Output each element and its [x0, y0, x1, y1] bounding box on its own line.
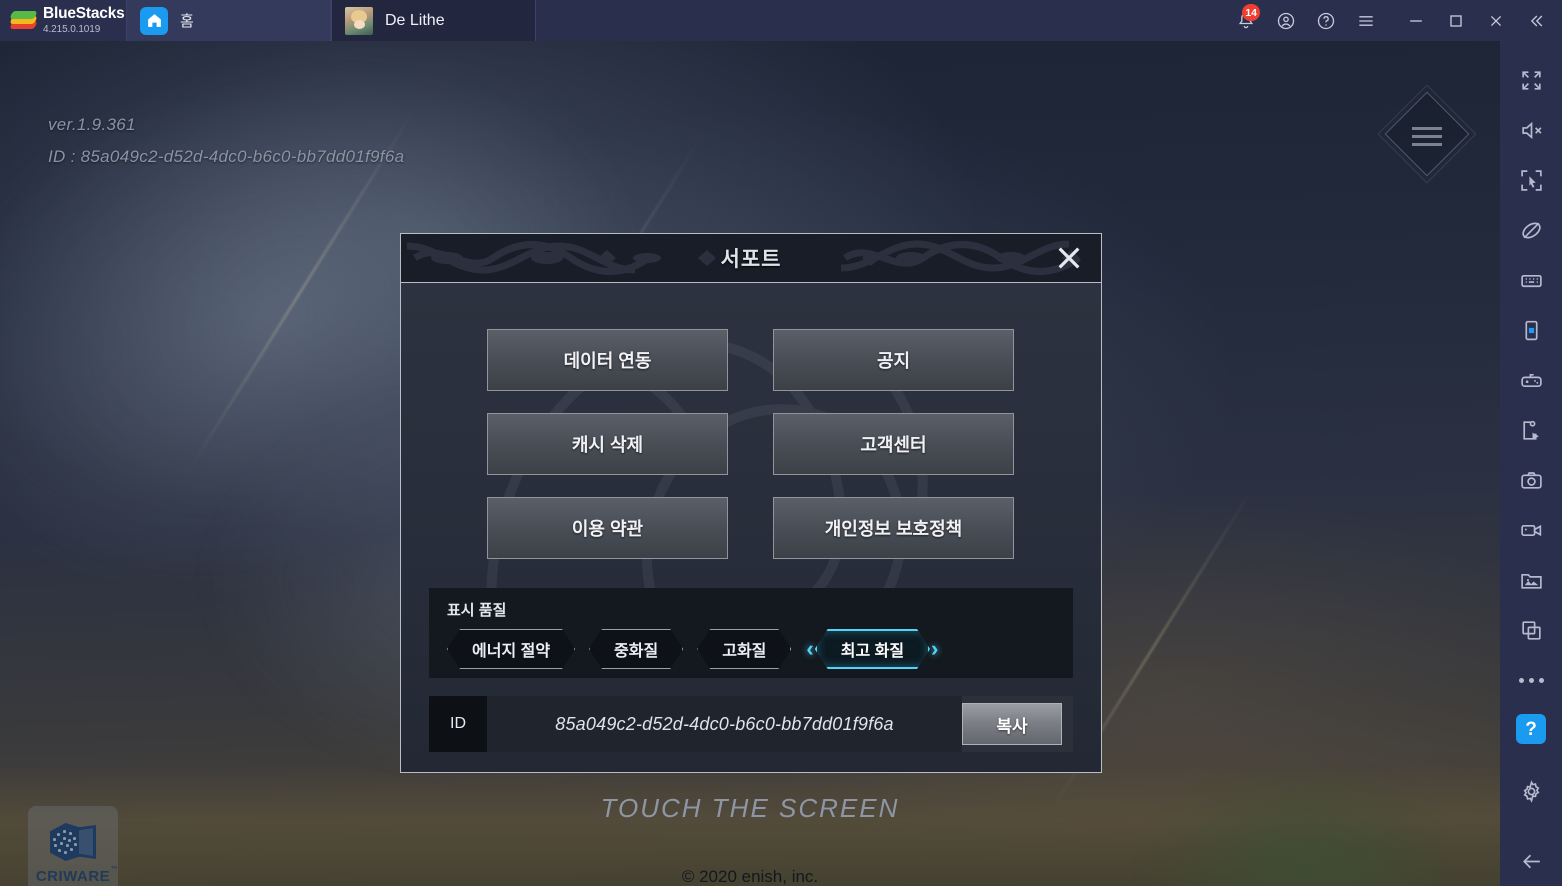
more-options-icon[interactable] [1506, 655, 1556, 705]
phone-layout-icon[interactable] [1506, 305, 1556, 355]
support-button-grid: 데이터 연동 공지 캐시 삭제 고객센터 이용 약관 개인정보 보호정책 [401, 283, 1101, 559]
touch-prompt: TOUCH THE SCREEN [600, 793, 900, 823]
player-id-row: ID 85a049c2-d52d-4dc0-b6c0-bb7dd01f9f6a … [429, 696, 1073, 752]
keyboard-controls-icon[interactable] [1506, 255, 1556, 305]
version-info: ver.1.9.361 ID : 85a049c2-d52d-4dc0-b6c0… [48, 109, 404, 174]
record-video-icon[interactable] [1506, 505, 1556, 555]
quality-option-label: 중화질 [589, 629, 683, 669]
help-icon[interactable] [1306, 0, 1346, 41]
home-icon [140, 6, 168, 35]
help-icon[interactable]: ? [1516, 714, 1546, 744]
title-bar: BlueStacks 4.215.0.1019 홈 De Lithe 14 [0, 0, 1562, 41]
multi-instance-icon[interactable] [1506, 605, 1556, 655]
titlebar-controls: 14 [1226, 0, 1562, 41]
help-icon-label: ? [1525, 718, 1537, 740]
bluestacks-logo-icon [9, 10, 38, 32]
brand-version: 4.215.0.1019 [43, 23, 101, 35]
dialog-body: 데이터 연동 공지 캐시 삭제 고객센터 이용 약관 개인정보 보호정책 표시 … [401, 283, 1101, 772]
media-manager-icon[interactable] [1506, 555, 1556, 605]
rotate-lock-icon[interactable] [1506, 205, 1556, 255]
device-id-text: ID : 85a049c2-d52d-4dc0-b6c0-bb7dd01f9f6… [48, 147, 405, 167]
tab-de-lithe-label: De Lithe [385, 11, 445, 29]
version-text: ver.1.9.361 [48, 115, 136, 134]
criware-cube-icon [50, 823, 96, 861]
maximize-icon[interactable] [1436, 0, 1476, 41]
account-icon[interactable] [1266, 0, 1306, 41]
quality-option-label: 최고 화질 [815, 629, 930, 669]
minimize-icon[interactable] [1396, 0, 1436, 41]
tab-home-label: 홈 [180, 13, 194, 30]
dialog-title: 서포트 [720, 248, 782, 271]
quality-option-high[interactable]: 고화질 [697, 629, 791, 669]
game-thumbnail [345, 6, 373, 35]
player-id-key: ID [429, 696, 487, 752]
mute-icon[interactable] [1506, 105, 1556, 155]
macro-script-icon[interactable] [1506, 405, 1556, 455]
terms-of-use-button[interactable]: 이용 약관 [487, 497, 728, 559]
dialog-header: 서포트 [401, 234, 1101, 283]
player-id-value: 85a049c2-d52d-4dc0-b6c0-bb7dd01f9f6a [487, 696, 962, 752]
chevron-left-icon: ‹ [806, 636, 814, 661]
bluestacks-brand: BlueStacks 4.215.0.1019 [0, 0, 126, 41]
back-arrow-icon[interactable] [1506, 836, 1556, 886]
brand-name: BlueStacks [43, 5, 125, 23]
quality-option-medium[interactable]: 중화질 [589, 629, 683, 669]
settings-gear-icon[interactable] [1506, 766, 1556, 816]
bluestacks-window: BlueStacks 4.215.0.1019 홈 De Lithe 14 ve… [0, 0, 1562, 886]
diamond-menu-icon[interactable] [1377, 84, 1477, 184]
clear-cache-button[interactable]: 캐시 삭제 [487, 413, 728, 475]
tab-home[interactable]: 홈 [126, 0, 331, 41]
gamepad-icon[interactable] [1506, 355, 1556, 405]
fullscreen-icon[interactable] [1506, 55, 1556, 105]
quality-option-label: 고화질 [697, 629, 791, 669]
copy-id-button[interactable]: 복사 [962, 703, 1062, 745]
support-dialog: 서포트 데이터 연동 공지 캐시 삭제 고객센터 이용 약관 개인정보 보호정책… [400, 233, 1102, 773]
data-link-button[interactable]: 데이터 연동 [487, 329, 728, 391]
criware-logo: CRIWARE ™ [28, 806, 118, 886]
notifications-icon[interactable]: 14 [1226, 0, 1266, 41]
tab-de-lithe[interactable]: De Lithe [331, 0, 536, 41]
menu-icon[interactable] [1346, 0, 1386, 41]
copyright-text: © 2020 enish, inc. [681, 867, 819, 886]
quality-option-best[interactable]: ‹ 최고 화질 › [805, 629, 939, 669]
display-quality-label: 표시 품질 [447, 602, 507, 619]
criware-wordmark: CRIWARE ™ [35, 866, 119, 885]
header-ornament-left [407, 236, 737, 280]
close-icon[interactable] [1049, 238, 1089, 278]
quality-options-row: 에너지 절약 중화질 고화질 ‹ 최고 화질 › [447, 629, 1059, 669]
notice-button[interactable]: 공지 [773, 329, 1014, 391]
privacy-policy-button[interactable]: 개인정보 보호정책 [773, 497, 1014, 559]
screenshot-icon[interactable] [1506, 455, 1556, 505]
chevron-right-icon: › [931, 636, 939, 661]
customer-center-button[interactable]: 고객센터 [773, 413, 1014, 475]
tools-sidebar: ? [1500, 41, 1562, 886]
cursor-select-icon[interactable] [1506, 155, 1556, 205]
close-icon[interactable] [1476, 0, 1516, 41]
game-viewport[interactable]: ver.1.9.361 ID : 85a049c2-d52d-4dc0-b6c0… [0, 41, 1500, 886]
display-quality-section: 표시 품질 에너지 절약 중화질 고화질 ‹ 최고 화질 › [429, 588, 1073, 678]
quality-option-label: 에너지 절약 [447, 629, 575, 669]
titlebar-spacer [536, 0, 1226, 41]
collapse-icon[interactable] [1516, 0, 1556, 41]
quality-option-energy-saving[interactable]: 에너지 절약 [447, 629, 575, 669]
notification-badge: 14 [1242, 4, 1260, 21]
